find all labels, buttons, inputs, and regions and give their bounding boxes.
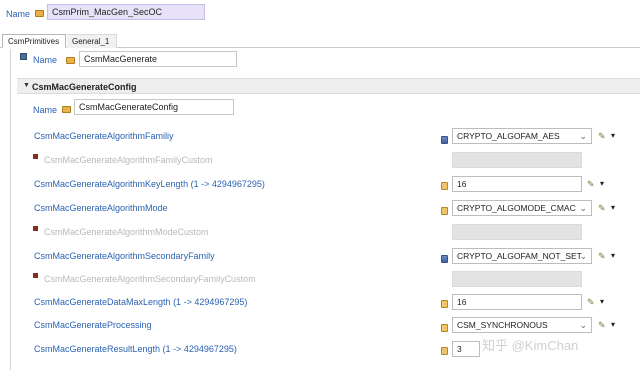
collapse-arrow-icon[interactable]: ▼ <box>23 82 30 89</box>
enum-icon <box>441 324 448 332</box>
chevron-down-icon: ⌄ <box>579 203 587 213</box>
section-title: CsmMacGenerateConfig <box>32 82 137 92</box>
caret-down-icon[interactable]: ▾ <box>600 179 608 189</box>
algorithm-mode-custom-field <box>452 224 582 240</box>
pencil-icon[interactable]: ✎ <box>598 320 608 330</box>
pencil-icon[interactable]: ✎ <box>598 251 608 261</box>
secondary-family-label: CsmMacGenerateAlgorithmSecondaryFamily <box>34 251 215 261</box>
primitive-name-label: Name <box>33 55 58 65</box>
name-field-icon <box>62 106 71 113</box>
secondary-family-custom-label: CsmMacGenerateAlgorithmSecondaryFamilyCu… <box>44 274 256 284</box>
enum-icon <box>441 207 448 215</box>
secondary-family-custom-field <box>452 271 582 287</box>
row-marker-icon <box>33 273 38 278</box>
number-icon <box>441 182 448 190</box>
panel-border <box>10 49 11 370</box>
config-name-input[interactable]: CsmMacGenerateConfig <box>74 99 234 115</box>
algorithm-mode-select[interactable]: CRYPTO_ALGOMODE_CMAC ⌄ <box>452 200 592 216</box>
algorithm-family-value: CRYPTO_ALGOFAM_AES <box>457 131 560 141</box>
enum-icon <box>441 136 448 144</box>
enum-icon <box>441 255 448 263</box>
algorithm-family-custom-field <box>452 152 582 168</box>
watermark: 知乎 @KimChan <box>482 338 579 353</box>
row-marker-icon <box>33 154 38 159</box>
caret-down-icon[interactable]: ▾ <box>611 320 619 330</box>
algorithm-family-select[interactable]: CRYPTO_ALGOFAM_AES ⌄ <box>452 128 592 144</box>
config-name-label: Name <box>33 105 58 115</box>
number-icon <box>441 347 448 355</box>
pencil-icon[interactable]: ✎ <box>587 179 597 189</box>
data-max-length-label: CsmMacGenerateDataMaxLength (1 -> 429496… <box>34 297 248 307</box>
processing-select[interactable]: CSM_SYNCHRONOUS ⌄ <box>452 317 592 333</box>
caret-down-icon[interactable]: ▾ <box>611 203 619 213</box>
algorithm-family-custom-label: CsmMacGenerateAlgorithmFamilyCustom <box>44 155 213 165</box>
row-marker-icon <box>33 226 38 231</box>
chevron-down-icon: ⌄ <box>579 251 587 261</box>
caret-down-icon[interactable]: ▾ <box>611 251 619 261</box>
tab-general-1[interactable]: General_1 <box>67 34 117 48</box>
result-length-input[interactable]: 3 <box>452 341 480 357</box>
name-label: Name <box>6 9 31 19</box>
pencil-icon[interactable]: ✎ <box>598 203 608 213</box>
algorithm-family-label: CsmMacGenerateAlgorithmFamiliy <box>34 131 174 141</box>
algorithm-mode-label: CsmMacGenerateAlgorithmMode <box>34 203 168 213</box>
pencil-icon[interactable]: ✎ <box>587 297 597 307</box>
name-field-icon <box>35 10 44 17</box>
pencil-icon[interactable]: ✎ <box>598 131 608 141</box>
number-icon <box>441 300 448 308</box>
key-length-input[interactable]: 16 <box>452 176 582 192</box>
caret-down-icon[interactable]: ▾ <box>600 297 608 307</box>
container-icon <box>20 53 27 60</box>
data-max-length-input[interactable]: 16 <box>452 294 582 310</box>
algorithm-mode-value: CRYPTO_ALGOMODE_CMAC <box>457 203 576 213</box>
chevron-down-icon: ⌄ <box>579 131 587 141</box>
name-field-icon <box>66 57 75 64</box>
primitive-name-input[interactable]: CsmMacGenerate <box>79 51 237 67</box>
algorithm-mode-custom-label: CsmMacGenerateAlgorithmModeCustom <box>44 227 209 237</box>
chevron-down-icon: ⌄ <box>579 320 587 330</box>
caret-down-icon[interactable]: ▾ <box>611 131 619 141</box>
key-length-label: CsmMacGenerateAlgorithmKeyLength (1 -> 4… <box>34 179 265 189</box>
processing-value: CSM_SYNCHRONOUS <box>457 320 548 330</box>
processing-label: CsmMacGenerateProcessing <box>34 320 152 330</box>
tab-csm-primitives[interactable]: CsmPrimitives <box>2 34 66 48</box>
secondary-family-value: CRYPTO_ALGOFAM_NOT_SET <box>457 251 582 261</box>
name-input[interactable]: CsmPrim_MacGen_SecOC <box>47 4 205 20</box>
secondary-family-select[interactable]: CRYPTO_ALGOFAM_NOT_SET ⌄ <box>452 248 592 264</box>
result-length-label: CsmMacGenerateResultLength (1 -> 4294967… <box>34 344 237 354</box>
